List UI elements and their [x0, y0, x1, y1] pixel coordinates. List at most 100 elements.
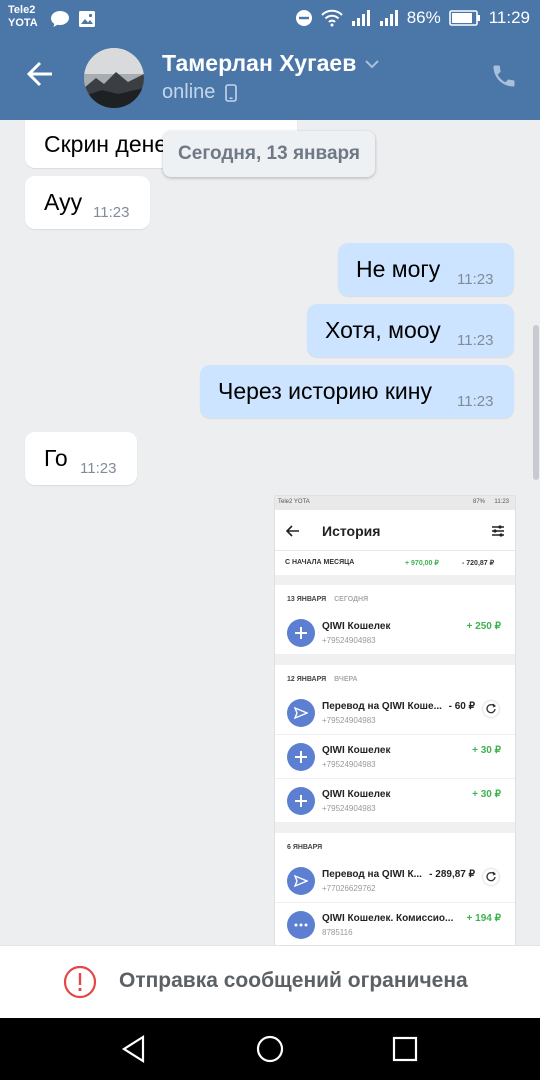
transaction-row: Перевод на QIWI К... +77026629762 - 289,…: [275, 859, 515, 903]
message-bubble-incoming[interactable]: Ауу 11:23: [25, 176, 150, 229]
back-arrow-icon: [286, 525, 299, 537]
attached-screenshot[interactable]: Tele2 YOTA 87% 11:23 История С НАЧАЛА МЕ…: [275, 496, 515, 945]
date-separator: Сегодня, 13 января: [163, 131, 375, 177]
transaction-amount: - 60 ₽: [448, 701, 475, 712]
mobile-device-icon: [225, 83, 238, 102]
message-time: 11:23: [93, 204, 130, 221]
repeat-icon: [483, 869, 499, 885]
status-time: 11:29: [488, 8, 530, 27]
contact-name[interactable]: Тамерлан Хугаев: [162, 50, 356, 77]
repeat-icon: [483, 701, 499, 717]
month-label: С НАЧАЛА МЕСЯЦА: [285, 559, 355, 566]
transaction-title: QIWI Кошелек: [322, 789, 391, 800]
message-text: Через историю кину: [218, 378, 432, 404]
month-income: + 970,00 ₽: [405, 560, 439, 567]
attachment-toolbar: История: [275, 510, 515, 551]
transaction-row: QIWI Кошелек +79524904983 + 30 ₽: [275, 735, 515, 779]
battery-icon: [448, 10, 480, 26]
section-date: 12 ЯНВАРЯ: [287, 676, 327, 683]
attachment-time: 11:23: [494, 499, 509, 505]
attachment-battery: 87%: [472, 499, 485, 505]
message-text: Не могу: [356, 256, 441, 282]
transaction-row: QIWI Кошелек. Комиссио... 8785116 + 194 …: [275, 903, 515, 945]
message-bubble-outgoing[interactable]: Через историю кину 11:23: [200, 365, 514, 418]
section-header: 6 ЯНВАРЯ: [275, 833, 515, 859]
transaction-row: QIWI Кошелек +79524904983 + 30 ₽: [275, 779, 515, 823]
wifi-icon: [320, 9, 343, 27]
plus-icon: [287, 619, 315, 647]
image-notification-icon: [79, 11, 95, 27]
transaction-amount: - 289,87 ₽: [429, 869, 475, 880]
chat-notification-icon: [51, 11, 69, 27]
message-list[interactable]: Скрин дене Сегодня, 13 января Ауу 11:23 …: [0, 120, 540, 945]
warning-icon: [63, 965, 97, 999]
transaction-number: +77026629762: [322, 884, 376, 893]
status-bar: Tele2 YOTA 86% 11:29: [0, 0, 540, 36]
avatar[interactable]: [84, 48, 144, 108]
transaction-title: QIWI Кошелек. Комиссио...: [322, 913, 454, 924]
nav-back-icon[interactable]: [121, 1035, 147, 1063]
message-text: Го: [44, 445, 68, 471]
nav-recents-icon[interactable]: [392, 1036, 418, 1062]
carrier-line1: Tele2: [8, 4, 36, 16]
back-arrow-icon[interactable]: [26, 60, 54, 88]
message-time: 11:23: [457, 393, 494, 410]
phone-call-icon[interactable]: [490, 62, 518, 90]
online-status: online: [162, 81, 216, 103]
section-sub: ВЧЕРА: [334, 676, 358, 683]
transaction-amount: + 194 ₽: [466, 913, 501, 924]
transaction-title: Перевод на QIWI К...: [322, 869, 422, 880]
transaction-amount: + 30 ₽: [472, 745, 501, 756]
transaction-number: +79524904983: [322, 716, 376, 725]
chevron-down-icon[interactable]: [364, 59, 380, 69]
do-not-disturb-icon: [295, 10, 312, 26]
signal-icon-2: [379, 10, 398, 26]
section-header: 13 ЯНВАРЯ СЕГОДНЯ: [275, 585, 515, 611]
attachment-status-bar: Tele2 YOTA 87% 11:23: [275, 496, 515, 510]
message-restricted-bar: Отправка сообщений ограничена: [0, 945, 540, 1019]
carrier-line2: YOTA: [8, 17, 38, 29]
more-dots-icon: [287, 911, 315, 939]
battery-percent: 86%: [406, 8, 441, 27]
message-time: 11:23: [457, 332, 494, 349]
transaction-amount: + 30 ₽: [472, 789, 501, 800]
transaction-amount: + 250 ₽: [466, 621, 501, 632]
message-text: Хотя, мооу: [325, 317, 441, 343]
plus-icon: [287, 743, 315, 771]
nav-home-icon[interactable]: [256, 1035, 284, 1063]
restriction-message: Отправка сообщений ограничена: [119, 969, 468, 992]
transaction-number: +79524904983: [322, 636, 376, 645]
transaction-number: 8785116: [322, 928, 353, 937]
signal-icon: [351, 10, 370, 26]
message-text: Скрин дене: [44, 131, 168, 157]
message-bubble-incoming[interactable]: Го 11:23: [25, 432, 137, 485]
system-nav-bar: [0, 1018, 540, 1080]
avatar-image: [84, 48, 144, 108]
chat-header: Тамерлан Хугаев online: [0, 36, 540, 120]
section-date: 6 ЯНВАРЯ: [287, 844, 323, 851]
section-date: 13 ЯНВАРЯ: [287, 596, 327, 603]
send-icon: [287, 699, 315, 727]
section-header: 12 ЯНВАРЯ ВЧЕРА: [275, 665, 515, 691]
message-bubble-outgoing[interactable]: Хотя, мооу 11:23: [307, 304, 514, 357]
transaction-row: QIWI Кошелек +79524904983 + 250 ₽: [275, 611, 515, 655]
transaction-number: +79524904983: [322, 760, 376, 769]
attachment-title: История: [322, 523, 381, 539]
carrier-label: Tele2 YOTA: [8, 4, 38, 30]
transaction-row: Перевод на QIWI Коше... +79524904983 - 6…: [275, 691, 515, 735]
message-time: 11:23: [457, 271, 494, 288]
filter-icon: [492, 525, 504, 537]
transaction-title: QIWI Кошелек: [322, 745, 391, 756]
scrollbar[interactable]: [533, 325, 539, 480]
plus-icon: [287, 787, 315, 815]
attachment-carrier: Tele2 YOTA: [278, 499, 310, 505]
month-expense: - 720,87 ₽: [462, 560, 495, 567]
section-sub: СЕГОДНЯ: [334, 596, 369, 603]
month-summary: С НАЧАЛА МЕСЯЦА + 970,00 ₽ - 720,87 ₽: [275, 551, 515, 575]
message-bubble-outgoing[interactable]: Не могу 11:23: [338, 243, 514, 296]
message-time: 11:23: [80, 460, 117, 477]
transaction-title: QIWI Кошелек: [322, 621, 391, 632]
message-text: Ауу: [44, 189, 83, 215]
send-icon: [287, 867, 315, 895]
transaction-title: Перевод на QIWI Коше...: [322, 701, 442, 712]
